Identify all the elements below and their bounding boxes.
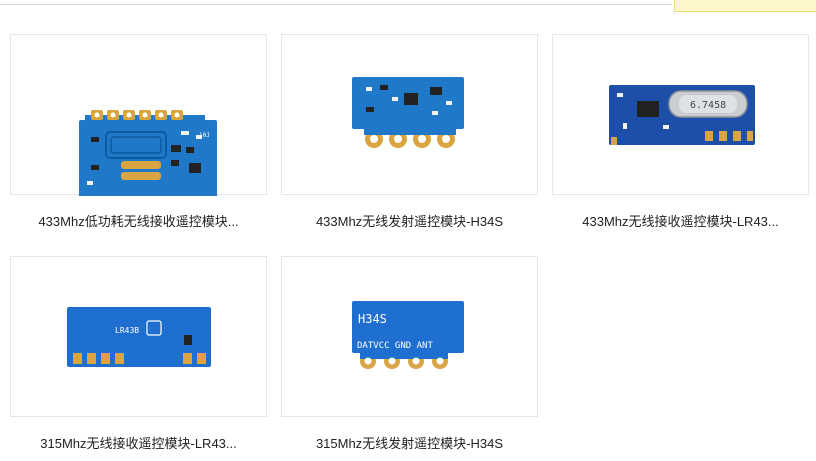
product-image-315mhz-lr43-receiver: LR43B — [67, 307, 211, 367]
component-marking: 10J — [199, 132, 210, 139]
product-caption-3[interactable]: 433Mhz无线接收遥控模块-LR43... — [552, 211, 809, 230]
product-card-4[interactable]: LR43B — [10, 256, 267, 417]
top-divider — [0, 4, 672, 5]
sticky-note-corner — [674, 0, 816, 12]
product-caption-4[interactable]: 315Mhz无线接收遥控模块-LR43... — [10, 433, 267, 452]
model-marking: LR43B — [115, 326, 139, 335]
pin-labels: DATVCC GND ANT — [357, 341, 433, 351]
product-image-433mhz-lr43-receiver: 6.7458 — [609, 85, 755, 145]
product-card-1[interactable]: 10J — [10, 34, 267, 196]
product-image-315mhz-h34s-transmitter: H34S DATVCC GND ANT — [352, 301, 464, 369]
product-caption-2[interactable]: 433Mhz无线发射遥控模块-H34S — [281, 211, 538, 230]
crystal-marking: 6.7458 — [690, 100, 726, 111]
product-card-3[interactable]: 6.7458 — [552, 34, 809, 195]
product-caption-5[interactable]: 315Mhz无线发射遥控模块-H34S — [281, 433, 538, 452]
product-caption-1[interactable]: 433Mhz低功耗无线接收遥控模块... — [10, 211, 267, 230]
model-marking: H34S — [358, 312, 387, 326]
product-card-2[interactable] — [281, 34, 538, 195]
product-card-5[interactable]: H34S DATVCC GND ANT — [281, 256, 538, 417]
product-image-433mhz-h34s-transmitter — [352, 77, 464, 148]
product-image-433mhz-low-power-receiver: 10J — [79, 110, 217, 196]
